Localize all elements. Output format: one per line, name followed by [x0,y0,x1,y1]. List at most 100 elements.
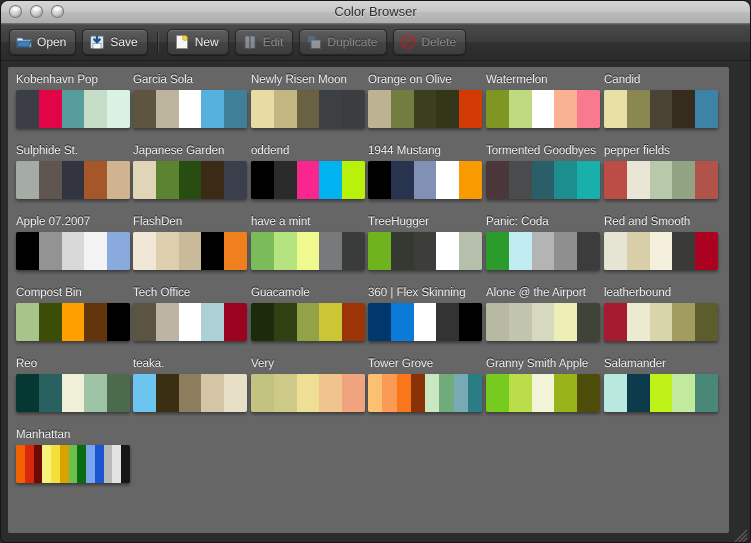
color-swatch[interactable] [251,303,274,341]
palette-item[interactable]: Tech Office [133,287,247,341]
color-swatch[interactable] [486,303,509,341]
palette-item[interactable]: Granny Smith Apple [486,358,600,412]
color-swatch[interactable] [577,161,600,199]
color-swatch[interactable] [459,232,482,270]
palette-item[interactable]: 1944 Mustang [368,145,482,199]
color-swatch[interactable] [509,90,532,128]
color-swatch[interactable] [107,374,130,412]
color-swatch[interactable] [414,303,437,341]
delete-button[interactable]: Delete [393,29,466,55]
color-swatch[interactable] [274,232,297,270]
color-swatch[interactable] [436,161,459,199]
color-swatch[interactable] [439,374,453,412]
color-swatch[interactable] [342,161,365,199]
palette-item[interactable]: Salamander [604,358,718,412]
color-swatch[interactable] [156,232,179,270]
color-swatch[interactable] [554,90,577,128]
palette-item[interactable]: Tormented Goodbyes [486,145,600,199]
color-swatch[interactable] [133,374,156,412]
color-swatch[interactable] [179,374,202,412]
color-swatch[interactable] [274,161,297,199]
color-swatch[interactable] [297,303,320,341]
color-swatch[interactable] [627,161,650,199]
color-swatch[interactable] [16,90,39,128]
palette-swatch-strip[interactable] [251,90,365,128]
color-swatch[interactable] [51,445,60,483]
color-swatch[interactable] [319,303,342,341]
palette-item[interactable]: leatherbound [604,287,718,341]
color-swatch[interactable] [112,445,121,483]
color-swatch[interactable] [554,232,577,270]
color-swatch[interactable] [554,374,577,412]
color-swatch[interactable] [650,232,673,270]
color-swatch[interactable] [201,232,224,270]
color-swatch[interactable] [319,161,342,199]
color-swatch[interactable] [368,374,382,412]
color-swatch[interactable] [179,161,202,199]
color-swatch[interactable] [107,232,130,270]
color-swatch[interactable] [368,303,391,341]
color-swatch[interactable] [532,374,555,412]
color-swatch[interactable] [224,161,247,199]
palette-swatch-strip[interactable] [133,90,247,128]
color-swatch[interactable] [224,232,247,270]
palette-item[interactable]: Guacamole [251,287,365,341]
palette-swatch-strip[interactable] [486,232,600,270]
palette-swatch-strip[interactable] [16,303,130,341]
color-swatch[interactable] [436,90,459,128]
color-swatch[interactable] [62,161,85,199]
color-swatch[interactable] [224,90,247,128]
palette-item[interactable]: Newly Risen Moon [251,74,365,128]
palette-item[interactable]: Orange on Olive [368,74,482,128]
color-swatch[interactable] [554,161,577,199]
color-swatch[interactable] [251,161,274,199]
color-swatch[interactable] [104,445,113,483]
color-swatch[interactable] [414,232,437,270]
color-swatch[interactable] [251,232,274,270]
color-swatch[interactable] [274,374,297,412]
color-swatch[interactable] [382,374,396,412]
color-swatch[interactable] [627,232,650,270]
palette-item[interactable]: Sulphide St. [16,145,130,199]
palette-item[interactable]: Panic: Coda [486,216,600,270]
palette-swatch-strip[interactable] [16,374,130,412]
palette-swatch-strip[interactable] [368,232,482,270]
color-swatch[interactable] [297,90,320,128]
color-swatch[interactable] [34,445,43,483]
color-swatch[interactable] [84,161,107,199]
palette-item[interactable]: Candid [604,74,718,128]
color-swatch[interactable] [672,90,695,128]
edit-button[interactable]: Edit [235,29,294,55]
color-swatch[interactable] [414,161,437,199]
color-swatch[interactable] [62,303,85,341]
color-swatch[interactable] [391,161,414,199]
color-swatch[interactable] [650,90,673,128]
color-swatch[interactable] [509,374,532,412]
color-swatch[interactable] [650,161,673,199]
color-swatch[interactable] [16,303,39,341]
color-swatch[interactable] [319,232,342,270]
color-swatch[interactable] [107,90,130,128]
color-swatch[interactable] [156,161,179,199]
save-button[interactable]: Save [82,29,147,55]
color-swatch[interactable] [554,303,577,341]
color-swatch[interactable] [604,90,627,128]
zoom-button[interactable] [51,5,64,18]
palette-swatch-strip[interactable] [486,303,600,341]
color-swatch[interactable] [672,232,695,270]
color-swatch[interactable] [397,374,411,412]
color-swatch[interactable] [179,232,202,270]
palette-swatch-strip[interactable] [16,90,130,128]
color-swatch[interactable] [695,232,718,270]
color-swatch[interactable] [39,232,62,270]
color-swatch[interactable] [77,445,86,483]
palette-item[interactable]: Garcia Sola [133,74,247,128]
color-swatch[interactable] [39,90,62,128]
color-swatch[interactable] [459,303,482,341]
palette-swatch-strip[interactable] [133,303,247,341]
color-swatch[interactable] [650,374,673,412]
color-swatch[interactable] [133,303,156,341]
color-swatch[interactable] [342,232,365,270]
color-swatch[interactable] [532,232,555,270]
palette-item[interactable]: Watermelon [486,74,600,128]
